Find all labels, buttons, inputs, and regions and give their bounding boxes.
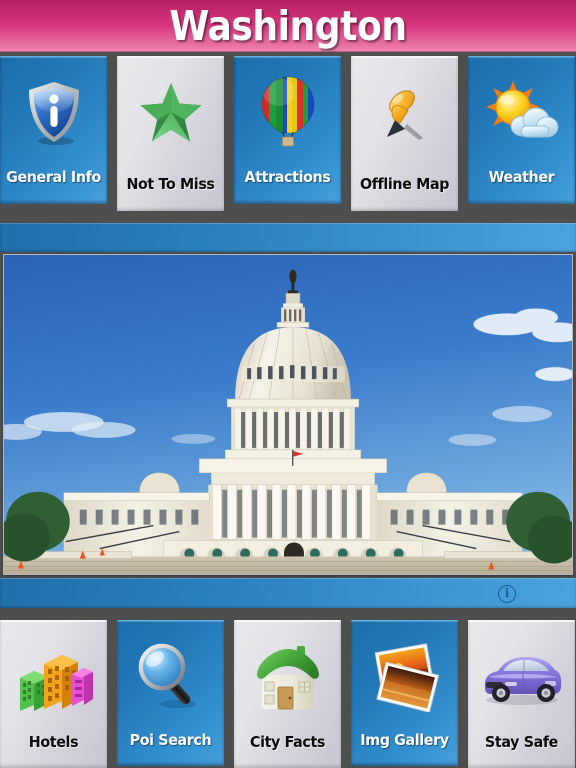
buildings-icon xyxy=(0,635,107,719)
green-house-icon xyxy=(234,635,341,719)
tile-label: General Info xyxy=(6,168,101,186)
app-header: Washington xyxy=(0,0,576,52)
tile-label: Stay Safe xyxy=(485,733,558,751)
upper-blue-band xyxy=(0,223,576,252)
tile-img-gallery[interactable]: Img Gallery xyxy=(351,620,458,766)
tile-general-info[interactable]: General Info xyxy=(0,56,107,204)
tile-hotels[interactable]: Hotels xyxy=(0,620,107,768)
tile-poi-search[interactable]: Poi Search xyxy=(117,620,224,766)
purple-car-icon xyxy=(468,635,575,719)
tile-offline-map[interactable]: Offline Map xyxy=(351,56,458,211)
magnifier-icon xyxy=(117,635,224,719)
info-icon[interactable]: i xyxy=(498,585,516,603)
tile-label: Hotels xyxy=(28,733,79,751)
tile-attractions[interactable]: Attractions xyxy=(234,56,341,204)
tile-not-to-miss[interactable]: Not To Miss xyxy=(117,56,224,211)
tile-label: Offline Map xyxy=(359,175,450,193)
green-star-icon xyxy=(117,71,224,155)
top-button-row: General Info Not To Miss Attractions Off… xyxy=(0,56,576,212)
sun-cloud-icon xyxy=(468,71,575,155)
bottom-button-row: Hotels Poi Search City Facts Img Gallery… xyxy=(0,620,576,768)
lower-blue-band: i xyxy=(0,578,576,608)
pushpin-icon xyxy=(351,71,458,155)
photo-stack-icon xyxy=(351,635,458,719)
us-capitol-photo[interactable] xyxy=(3,254,573,575)
tile-label: Img Gallery xyxy=(360,731,449,749)
info-shield-icon xyxy=(0,71,107,155)
page-title: Washington xyxy=(169,2,407,50)
tile-label: Poi Search xyxy=(129,731,212,749)
tile-label: Not To Miss xyxy=(126,175,215,193)
tile-label: City Facts xyxy=(249,733,326,751)
tile-label: Attractions xyxy=(244,168,331,186)
tile-label: Weather xyxy=(488,168,555,186)
tile-weather[interactable]: Weather xyxy=(468,56,575,204)
hot-air-balloon-icon xyxy=(234,71,341,155)
tile-stay-safe[interactable]: Stay Safe xyxy=(468,620,575,768)
tile-city-facts[interactable]: City Facts xyxy=(234,620,341,768)
